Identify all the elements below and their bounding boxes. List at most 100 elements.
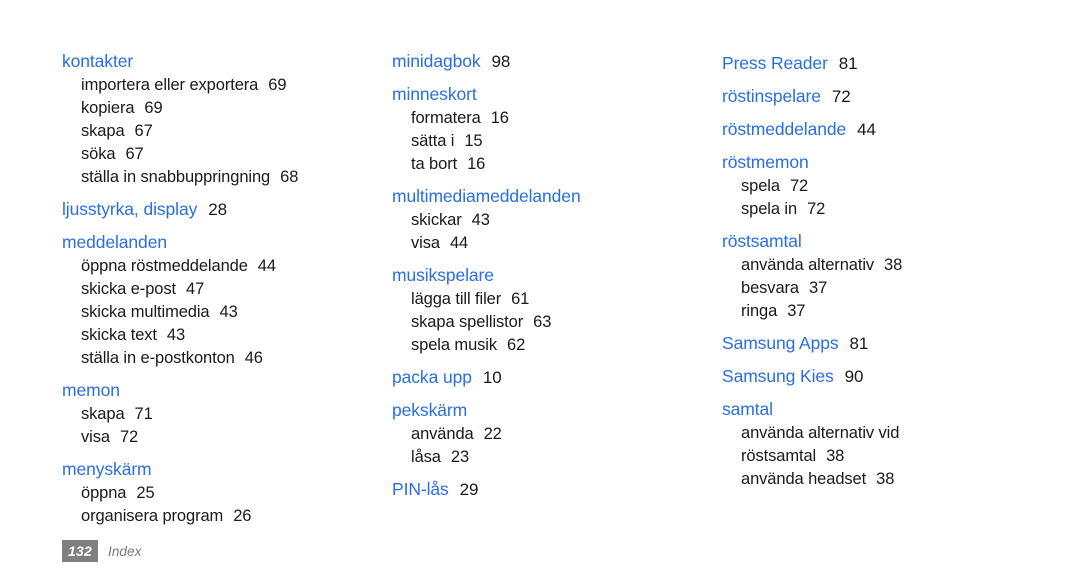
index-subentry-label: skicka multimedia [81, 303, 210, 321]
index-heading-page-number: 90 [844, 367, 864, 386]
index-heading-label: röstmeddelande [722, 119, 847, 139]
index-subentry[interactable]: ringa 37 [722, 300, 1036, 323]
index-heading[interactable]: Samsung Kies 90 [722, 365, 1036, 389]
index-heading-page-number: 72 [831, 87, 851, 106]
index-subentry[interactable]: öppna röstmeddelande 44 [62, 255, 376, 278]
index-subentry-label: formatera [411, 109, 481, 127]
index-heading-label: musikspelare [392, 265, 494, 285]
index-subentry[interactable]: lägga till filer 61 [392, 288, 706, 311]
index-subentry-page-number: 67 [125, 145, 144, 163]
index-subentry-page-number: 38 [826, 447, 845, 465]
index-subentry[interactable]: använda alternativ 38 [722, 254, 1036, 277]
index-heading[interactable]: kontakter [62, 50, 376, 74]
index-subentry[interactable]: låsa 23 [392, 446, 706, 469]
index-subentry[interactable]: organisera program 26 [62, 505, 376, 528]
index-heading-page-number: 81 [838, 54, 858, 73]
index-subentry[interactable]: skapa spellistor 63 [392, 311, 706, 334]
index-subentry-page-number: 47 [186, 280, 205, 298]
index-heading-page-number: 98 [491, 52, 511, 71]
index-subentry[interactable]: använda headset 38 [722, 468, 1036, 491]
index-heading[interactable]: multimediameddelanden [392, 185, 706, 209]
index-subentry-list: använda alternativ 38 besvara 37 ringa 37 [722, 254, 1036, 323]
index-subentry[interactable]: besvara 37 [722, 277, 1036, 300]
index-subentry[interactable]: skapa 71 [62, 403, 376, 426]
index-heading[interactable]: röstsamtal [722, 230, 1036, 254]
index-subentry[interactable]: skicka multimedia 43 [62, 301, 376, 324]
index-subentry[interactable]: kopiera 69 [62, 97, 376, 120]
index-heading-label: röstsamtal [722, 231, 802, 251]
index-heading[interactable]: samtal [722, 398, 1036, 422]
index-heading[interactable]: röstmemon [722, 151, 1036, 175]
index-subentry-label: visa [411, 234, 440, 252]
index-heading[interactable]: memon [62, 379, 376, 403]
index-heading-label: ljusstyrka, display [62, 199, 198, 219]
index-subentry[interactable]: formatera 16 [392, 107, 706, 130]
index-heading-label: PIN-lås [392, 479, 449, 499]
index-subentry[interactable]: använda 22 [392, 423, 706, 446]
index-subentry[interactable]: skicka e-post 47 [62, 278, 376, 301]
index-subentry-list: öppna 25 organisera program 26 [62, 482, 376, 528]
index-heading-label: memon [62, 380, 120, 400]
index-heading[interactable]: minidagbok 98 [392, 50, 706, 74]
index-subentry[interactable]: spela 72 [722, 175, 1036, 198]
index-subentry-page-number: 16 [467, 155, 486, 173]
index-heading[interactable]: röstinspelare 72 [722, 85, 1036, 109]
index-heading[interactable]: Press Reader 81 [722, 52, 1036, 76]
index-entry-group: Samsung Apps 81 [722, 332, 1036, 356]
index-subentry-page-number: 43 [219, 303, 238, 321]
index-entry-group: ljusstyrka, display 28 [62, 198, 376, 222]
index-subentry-page-number: 16 [490, 109, 509, 127]
index-heading[interactable]: Samsung Apps 81 [722, 332, 1036, 356]
index-heading[interactable]: meddelanden [62, 231, 376, 255]
index-subentry-page-number: 38 [876, 470, 895, 488]
index-subentry[interactable]: skapa 67 [62, 120, 376, 143]
index-heading-label: pekskärm [392, 400, 468, 420]
index-subentry[interactable]: öppna 25 [62, 482, 376, 505]
index-entry-group: minneskort formatera 16 sätta i 15 ta bort 16 [392, 83, 706, 176]
index-heading[interactable]: röstmeddelande 44 [722, 118, 1036, 142]
index-subentry[interactable]: skickar 43 [392, 209, 706, 232]
index-entry-group: minidagbok 98 [392, 50, 706, 74]
index-subentry-page-number: 23 [450, 448, 470, 466]
index-subentry-page-number: 43 [166, 326, 186, 344]
index-subentry-label: importera eller exportera [81, 76, 259, 94]
index-subentry[interactable]: visa 44 [392, 232, 706, 255]
index-subentry[interactable]: ta bort 16 [392, 153, 706, 176]
index-subentry[interactable]: spela musik 62 [392, 334, 706, 357]
index-entry-group: packa upp 10 [392, 366, 706, 390]
index-subentry-page-number: 71 [134, 405, 153, 423]
index-subentry-label: öppna [81, 484, 127, 502]
index-subentry-page-number: 67 [134, 122, 153, 140]
index-subentry-label: spela in [741, 200, 798, 218]
index-subentry-page-number: 62 [507, 336, 526, 354]
index-heading[interactable]: ljusstyrka, display 28 [62, 198, 376, 222]
index-subentry-page-number: 61 [511, 290, 530, 308]
index-heading[interactable]: PIN-lås 29 [392, 478, 706, 502]
index-subentry[interactable]: sätta i 15 [392, 130, 706, 153]
index-heading[interactable]: pekskärm [392, 399, 706, 423]
index-subentry[interactable]: skicka text 43 [62, 324, 376, 347]
index-heading[interactable]: musikspelare [392, 264, 706, 288]
index-subentry[interactable]: importera eller exportera 69 [62, 74, 376, 97]
index-subentry-page-number: 37 [787, 302, 806, 320]
index-subentry-list: öppna röstmeddelande 44 skicka e-post 47 ski… [62, 255, 376, 370]
index-subentry-list: spela 72 spela in 72 [722, 175, 1036, 221]
index-subentry-label: ställa in snabbuppringning [81, 168, 271, 186]
index-heading[interactable]: menyskärm [62, 458, 376, 482]
index-subentry-page-number: 26 [233, 507, 252, 525]
index-subentry[interactable]: visa 72 [62, 426, 376, 449]
index-subentry[interactable]: ställa in snabbuppringning 68 [62, 166, 376, 189]
index-subentry-list: använda alternativ vid röstsamtal 38 använ… [722, 422, 1036, 491]
index-heading-label: minneskort [392, 84, 477, 104]
index-heading-label: minidagbok [392, 51, 481, 71]
index-subentry[interactable]: söka 67 [62, 143, 376, 166]
index-entry-group: röstinspelare 72 [722, 85, 1036, 109]
index-subentry[interactable]: spela in 72 [722, 198, 1036, 221]
index-subentry[interactable]: ställa in e-postkonton 46 [62, 347, 376, 370]
footer-section-label: Index [107, 543, 142, 559]
index-subentry-label: kopiera [81, 99, 135, 117]
index-subentry-page-number: 69 [144, 99, 163, 117]
index-heading[interactable]: packa upp 10 [392, 366, 706, 390]
index-subentry[interactable]: använda alternativ vid röstsamtal 38 [722, 422, 996, 468]
index-heading[interactable]: minneskort [392, 83, 706, 107]
